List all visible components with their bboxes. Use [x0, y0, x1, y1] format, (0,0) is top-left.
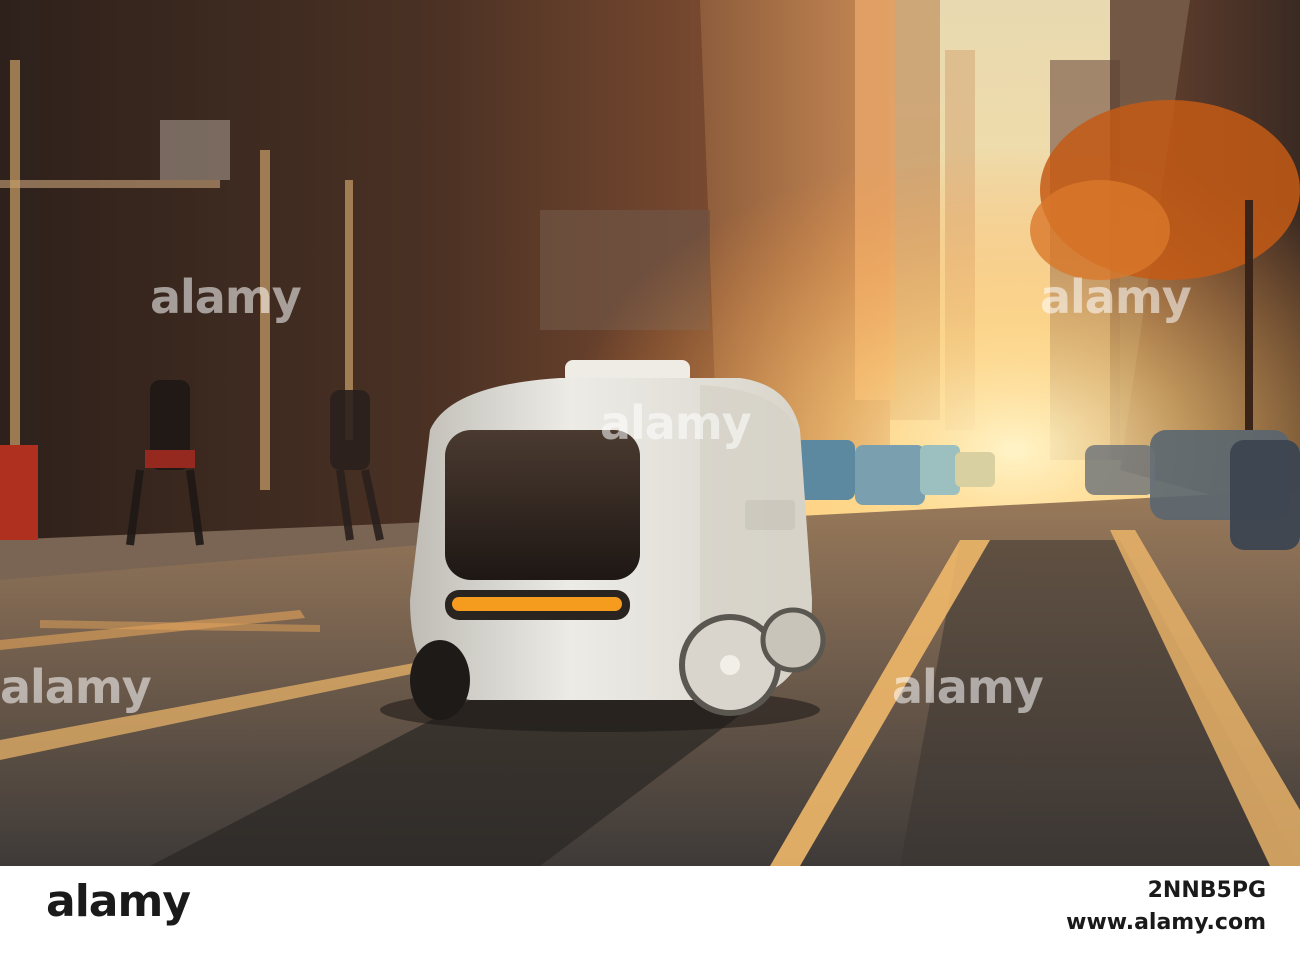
stock-photo: alamy alamy alamy alamy alamy alamy 2NNB…: [0, 0, 1300, 956]
brand-logo: alamy: [46, 876, 191, 927]
watermark: alamy: [150, 270, 302, 324]
watermark: alamy: [892, 660, 1044, 714]
watermark: alamy: [1040, 270, 1192, 324]
stock-footer-bar: alamy 2NNB5PG www.alamy.com: [0, 866, 1300, 956]
watermark: alamy: [0, 660, 152, 714]
watermark: alamy: [600, 396, 752, 450]
street-photo: alamy alamy alamy alamy alamy: [0, 0, 1300, 866]
site-url: www.alamy.com: [1066, 910, 1266, 935]
image-id: 2NNB5PG: [1147, 878, 1266, 903]
